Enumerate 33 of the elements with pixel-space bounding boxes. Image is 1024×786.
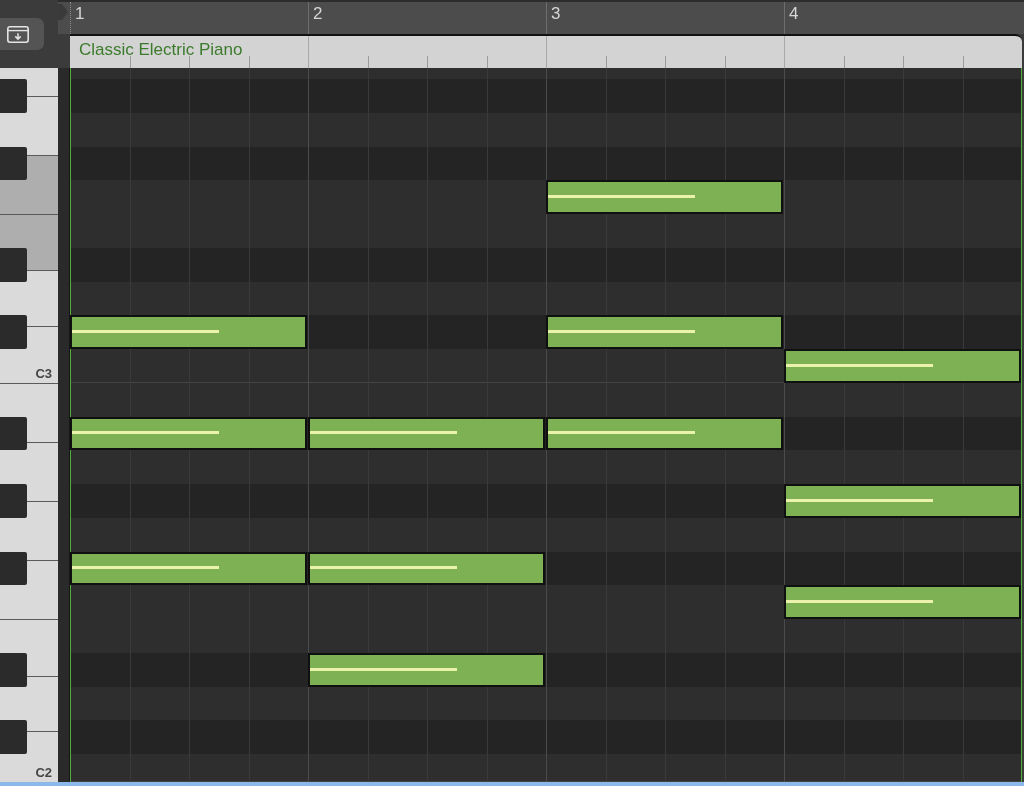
midi-note[interactable] xyxy=(546,315,783,349)
piano-key[interactable] xyxy=(0,652,27,687)
key-label: C2 xyxy=(35,765,53,782)
download-icon xyxy=(7,25,29,43)
bar-number: 4 xyxy=(789,4,799,24)
midi-note[interactable] xyxy=(784,484,1021,518)
bar-number: 2 xyxy=(313,4,323,24)
piano-key[interactable] xyxy=(0,551,27,586)
midi-note[interactable] xyxy=(308,652,545,687)
midi-note[interactable] xyxy=(70,551,307,586)
midi-note[interactable] xyxy=(546,416,783,451)
key-label: C3 xyxy=(35,365,53,383)
midi-note[interactable] xyxy=(784,585,1021,619)
piano-key[interactable] xyxy=(0,619,58,653)
piano-key[interactable] xyxy=(0,416,27,451)
midi-note[interactable] xyxy=(70,416,307,451)
bar-ruler[interactable]: 1 2 3 4 xyxy=(58,0,1024,34)
midi-note[interactable] xyxy=(784,349,1021,383)
midi-note[interactable] xyxy=(308,416,545,451)
midi-note[interactable] xyxy=(308,551,545,586)
bar-number: 1 xyxy=(75,4,85,24)
midi-note[interactable] xyxy=(546,180,783,214)
midi-note[interactable] xyxy=(70,315,307,349)
download-button[interactable] xyxy=(0,18,44,50)
region-title: Classic Electric Piano xyxy=(79,40,243,60)
piano-key[interactable]: C2 xyxy=(0,720,58,782)
bar-number: 3 xyxy=(551,4,561,24)
piano-key[interactable]: C3 xyxy=(0,315,58,383)
piano-key[interactable] xyxy=(0,247,27,282)
piano-key[interactable] xyxy=(0,146,27,181)
piano-key[interactable] xyxy=(0,551,58,619)
piano-key[interactable] xyxy=(0,382,58,417)
piano-key[interactable] xyxy=(0,146,58,214)
